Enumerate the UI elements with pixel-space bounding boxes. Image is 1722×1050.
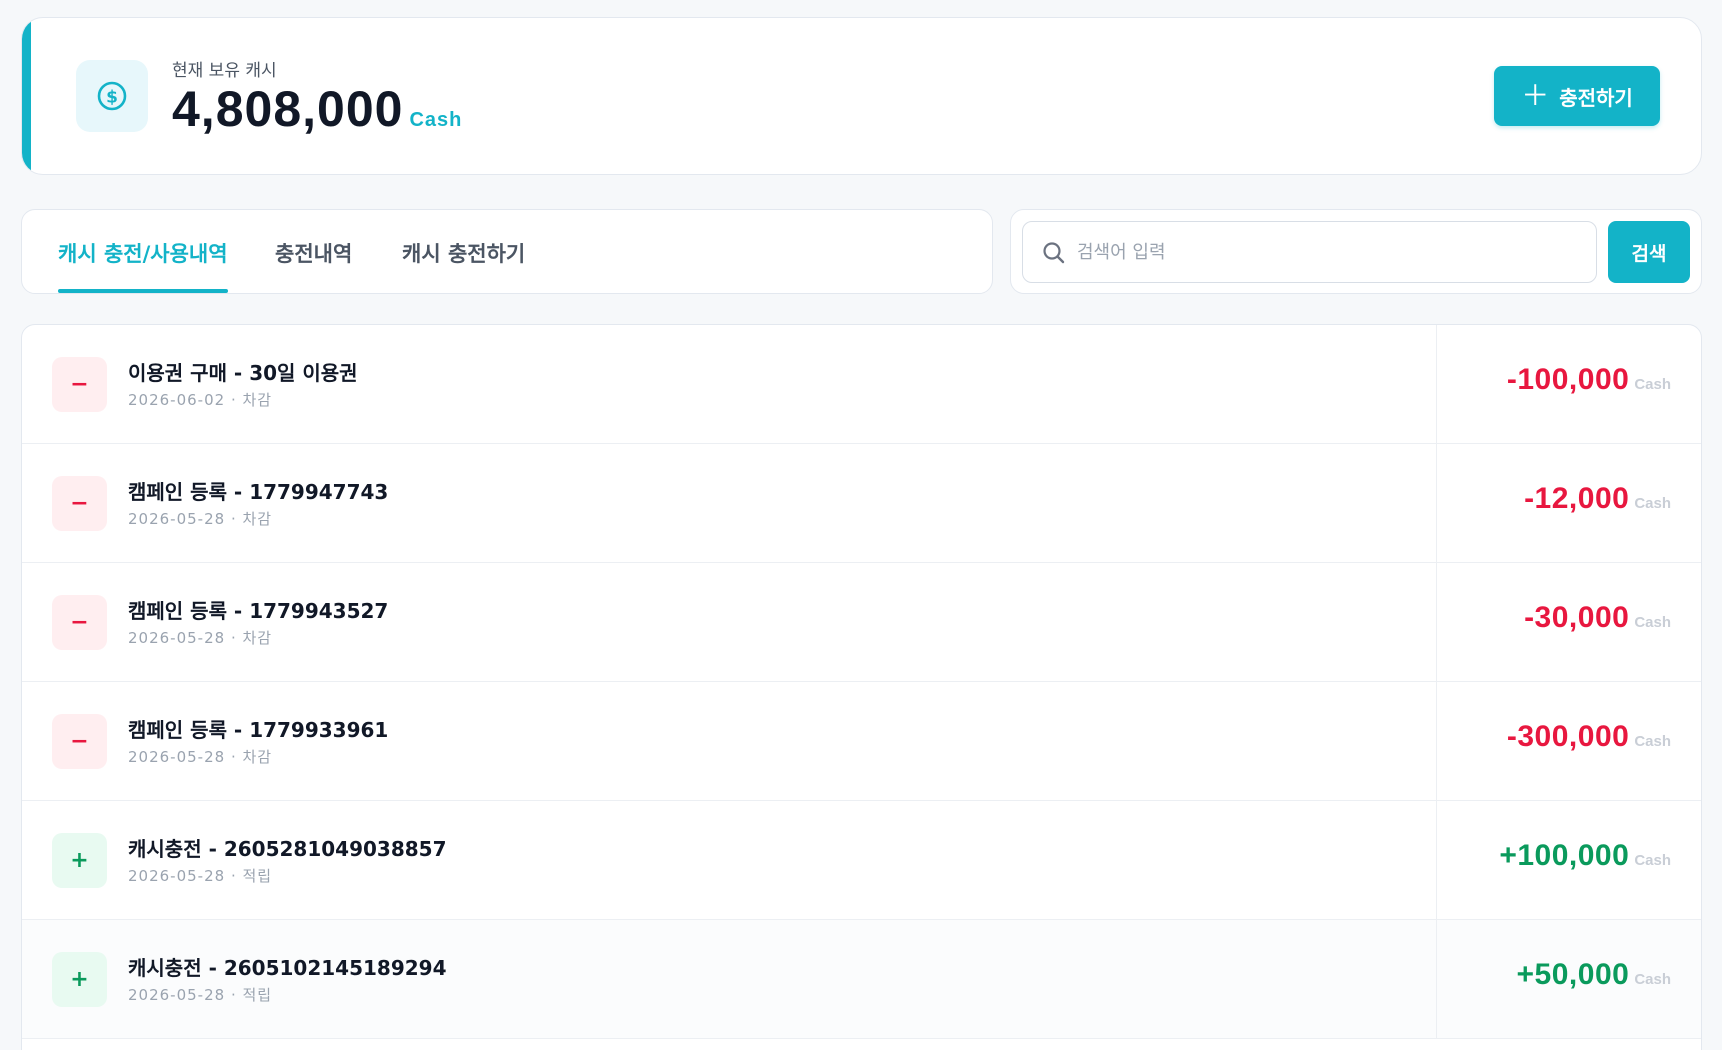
balance-value: 4,808,000 Cash — [172, 80, 462, 138]
transaction-row[interactable]: − 캠페인 등록 - 1779943527 2026-05-28 · 차감 -3… — [22, 563, 1701, 682]
balance-accent-bar — [22, 18, 31, 174]
transaction-title: 캠페인 등록 - 1779943527 — [128, 599, 389, 623]
transaction-list: − 이용권 구매 - 30일 이용권 2026-06-02 · 차감 -100,… — [21, 324, 1702, 1050]
transaction-title: 캠페인 등록 - 1779933961 — [128, 718, 389, 742]
row-divider — [1436, 801, 1437, 919]
row-divider — [1436, 563, 1437, 681]
transaction-title: 이용권 구매 - 30일 이용권 — [128, 361, 358, 385]
minus-icon: − — [52, 357, 107, 412]
search-button[interactable]: 검색 — [1608, 221, 1690, 283]
transaction-row[interactable]: + 캐시충전 - 2605281049038857 2026-05-28 · 적… — [22, 801, 1701, 920]
transaction-row[interactable]: + 캐시충전 - 2605102145189294 2026-05-28 · 적… — [22, 920, 1701, 1039]
search-icon — [1043, 242, 1065, 264]
tab-cash-history[interactable]: 캐시 충전/사용내역 — [58, 238, 228, 268]
amount-unit: Cash — [1634, 495, 1671, 512]
amount-unit: Cash — [1634, 376, 1671, 393]
amount-unit: Cash — [1634, 971, 1671, 988]
charge-button-label: 충전하기 — [1559, 87, 1633, 110]
cash-page: $ 현재 보유 캐시 4,808,000 Cash ＋ 충전하기 캐시 충전/사… — [0, 0, 1722, 1050]
transaction-meta: 2026-06-02 · 차감 — [128, 391, 273, 409]
row-divider — [1436, 444, 1437, 562]
transaction-amount: +100,000 Cash — [1499, 839, 1671, 873]
amount-value: -30,000 — [1524, 601, 1630, 634]
transaction-amount: -30,000 Cash — [1524, 601, 1671, 635]
charge-button[interactable]: ＋ 충전하기 — [1494, 66, 1660, 126]
balance-label: 현재 보유 캐시 — [172, 61, 277, 81]
transaction-amount: -12,000 Cash — [1524, 482, 1671, 516]
tab-bar: 캐시 충전/사용내역 충전내역 캐시 충전하기 — [21, 209, 993, 294]
transaction-title: 캐시충전 - 2605102145189294 — [128, 956, 447, 980]
transaction-row[interactable]: − 캠페인 등록 - 1779933961 2026-05-28 · 차감 -3… — [22, 682, 1701, 801]
row-divider — [1436, 920, 1437, 1038]
balance-amount: 4,808,000 — [172, 81, 404, 137]
amount-value: +50,000 — [1516, 958, 1630, 991]
row-divider — [1436, 682, 1437, 800]
minus-icon: − — [52, 595, 107, 650]
transaction-row[interactable]: − 이용권 구매 - 30일 이용권 2026-06-02 · 차감 -100,… — [22, 325, 1701, 444]
search-input[interactable] — [1077, 222, 1577, 282]
transaction-meta: 2026-05-28 · 차감 — [128, 748, 273, 766]
balance-card: $ 현재 보유 캐시 4,808,000 Cash ＋ 충전하기 — [21, 17, 1702, 175]
plus-icon: + — [52, 952, 107, 1007]
transaction-amount: -300,000 Cash — [1507, 720, 1671, 754]
search-card: 검색 — [1010, 209, 1702, 294]
transaction-title: 캠페인 등록 - 1779947743 — [128, 480, 389, 504]
transaction-amount: -100,000 Cash — [1507, 363, 1671, 397]
active-tab-indicator — [58, 289, 228, 293]
transaction-meta: 2026-05-28 · 차감 — [128, 629, 273, 647]
row-divider — [1436, 325, 1437, 443]
dollar-coin-icon: $ — [76, 60, 148, 132]
amount-value: -100,000 — [1506, 363, 1630, 396]
search-field — [1022, 221, 1597, 283]
amount-value: +100,000 — [1499, 839, 1630, 872]
tab-charge-history[interactable]: 충전내역 — [275, 238, 352, 268]
transaction-meta: 2026-05-28 · 적립 — [128, 986, 273, 1004]
transaction-title: 캐시충전 - 2605281049038857 — [128, 837, 447, 861]
amount-value: -300,000 — [1506, 720, 1630, 753]
minus-icon: − — [52, 714, 107, 769]
transaction-meta: 2026-05-28 · 차감 — [128, 510, 273, 528]
plus-icon: + — [52, 833, 107, 888]
tab-charge-cash[interactable]: 캐시 충전하기 — [402, 238, 525, 268]
amount-value: -12,000 — [1524, 482, 1630, 515]
transaction-row[interactable]: − 캠페인 등록 - 1779947743 2026-05-28 · 차감 -1… — [22, 444, 1701, 563]
balance-unit: Cash — [409, 109, 463, 131]
amount-unit: Cash — [1634, 852, 1671, 869]
plus-icon: ＋ — [1521, 80, 1550, 111]
transaction-amount: +50,000 Cash — [1517, 958, 1671, 992]
transaction-meta: 2026-05-28 · 적립 — [128, 867, 273, 885]
amount-unit: Cash — [1634, 614, 1671, 631]
minus-icon: − — [52, 476, 107, 531]
svg-text:$: $ — [106, 88, 118, 108]
amount-unit: Cash — [1634, 733, 1671, 750]
